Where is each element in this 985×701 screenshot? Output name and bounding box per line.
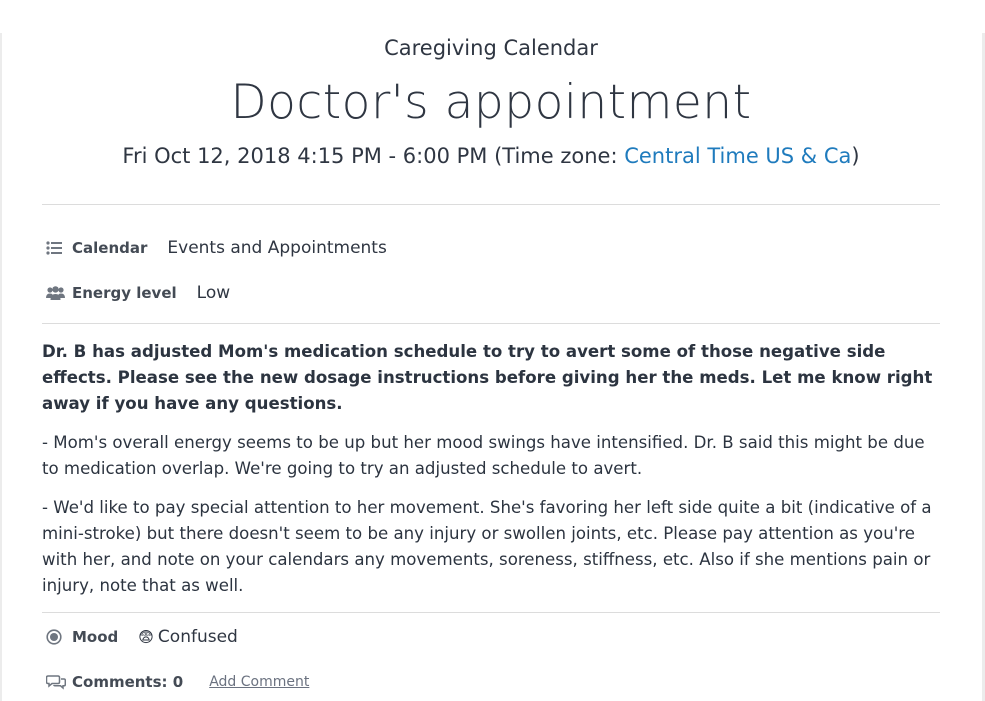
event-detail: Caregiving Calendar Doctor's appointment… [42, 33, 940, 697]
confused-emoji-icon: 😨 [138, 628, 154, 646]
calendar-row: Calendar Events and Appointments [42, 233, 940, 263]
event-time: Fri Oct 12, 2018 4:15 PM - 6:00 PM (Time… [42, 141, 940, 171]
calendar-value: Events and Appointments [167, 238, 387, 258]
add-comment-link[interactable]: Add Comment [209, 674, 309, 690]
comments-row: Comments: 0 Add Comment [42, 667, 940, 697]
divider [42, 204, 940, 205]
note-summary: Dr. B has adjusted Mom's medication sche… [42, 342, 933, 413]
calendar-label: Calendar [72, 239, 148, 257]
comments-count: Comments: 0 [72, 673, 184, 691]
note-paragraph: - Mom's overall energy seems to be up bu… [42, 433, 925, 478]
left-frame [0, 33, 2, 701]
energy-value: Low [196, 283, 231, 303]
radio-icon [42, 629, 72, 645]
top-bar [0, 0, 985, 33]
mood-value: 😨 Confused [138, 627, 238, 647]
event-time-suffix: ) [851, 144, 860, 168]
mood-text: Confused [157, 627, 238, 647]
event-time-text: Fri Oct 12, 2018 4:15 PM - 6:00 PM (Time… [122, 144, 625, 168]
comments-icon [42, 674, 72, 690]
energy-row: Energy level Low [42, 278, 940, 308]
mood-row: Mood 😨 Confused [42, 622, 940, 652]
divider [42, 323, 940, 324]
calendar-title: Caregiving Calendar [384, 36, 598, 60]
event-title: Doctor's appointment [230, 75, 752, 130]
list-icon [42, 241, 72, 255]
mood-label: Mood [72, 628, 119, 646]
energy-label: Energy level [72, 284, 177, 302]
divider [42, 612, 940, 613]
note-paragraph: - We'd like to pay special attention to … [42, 498, 932, 595]
users-icon [42, 286, 72, 300]
timezone-link[interactable]: Central Time US & Ca [624, 144, 851, 168]
